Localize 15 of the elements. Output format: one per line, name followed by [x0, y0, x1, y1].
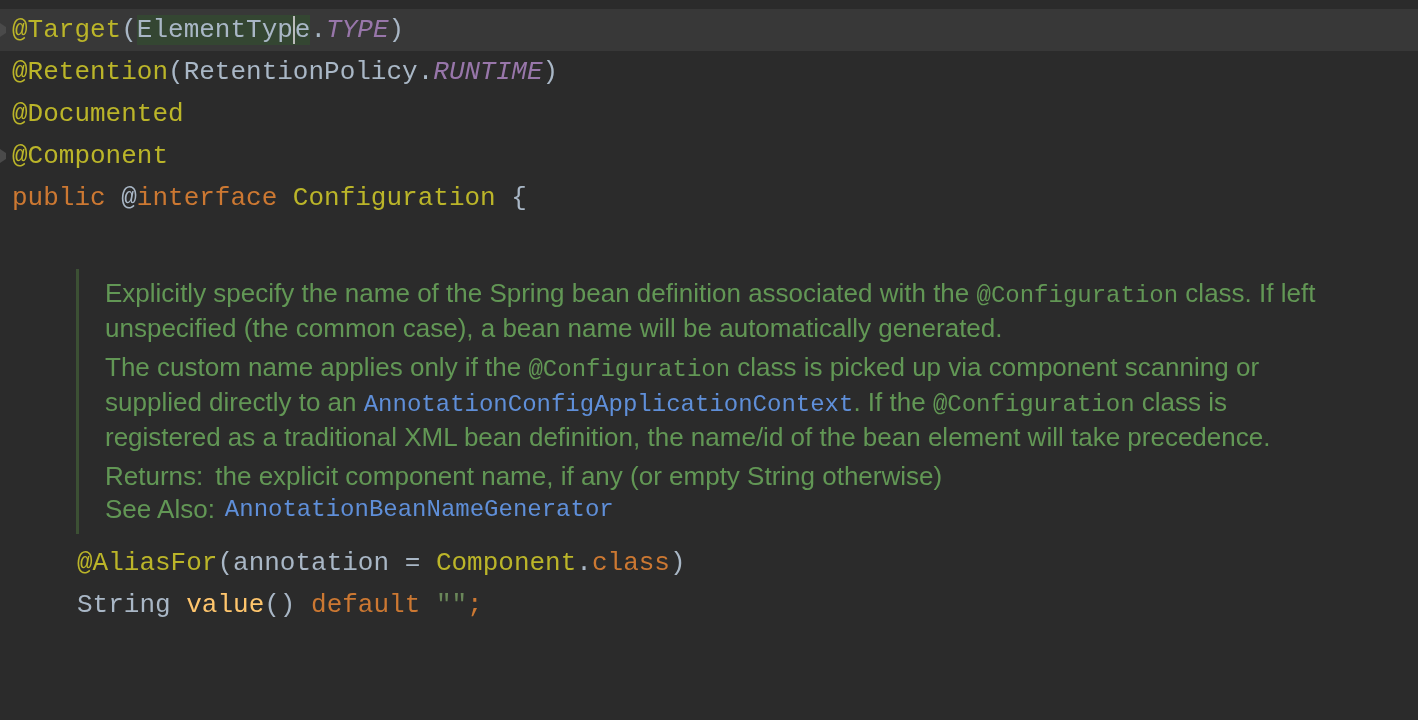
doc-link[interactable]: AnnotationBeanNameGenerator	[224, 493, 614, 526]
code-line: @Retention(RetentionPolicy.RUNTIME)	[12, 55, 559, 89]
code-line: @Component	[12, 139, 169, 173]
returns-label: Returns:	[105, 460, 204, 493]
fold-marker-icon[interactable]	[0, 149, 6, 163]
code-line: @Target(ElementType.TYPE)	[12, 13, 405, 47]
see-also-label: See Also:	[105, 493, 215, 526]
returns-text: the explicit component name, if any (or empty String otherwise)	[215, 460, 943, 493]
code-line: public @interface Configuration {	[12, 181, 527, 215]
code-line: @Documented	[12, 97, 184, 131]
code-line: @AliasFor(annotation = Component.class)	[77, 546, 686, 580]
doc-paragraph: The custom name applies only if the @Configuration class is picked up via component scanning or supplied directly to an AnnotationConfigApplicationContext. If the @Configuration class is registered as a traditional XML bean definition, the name/id of the bean element will take precedence.	[105, 351, 1272, 454]
doc-link[interactable]: AnnotationConfigApplicationContext	[363, 391, 854, 418]
code-line: String value() default "";	[77, 588, 483, 622]
doc-paragraph: Explicitly specify the name of the Spring bean definition associated with the @Configuration class. If left unspecified (the common case), a bean name will be automatically generated.	[105, 277, 1317, 345]
